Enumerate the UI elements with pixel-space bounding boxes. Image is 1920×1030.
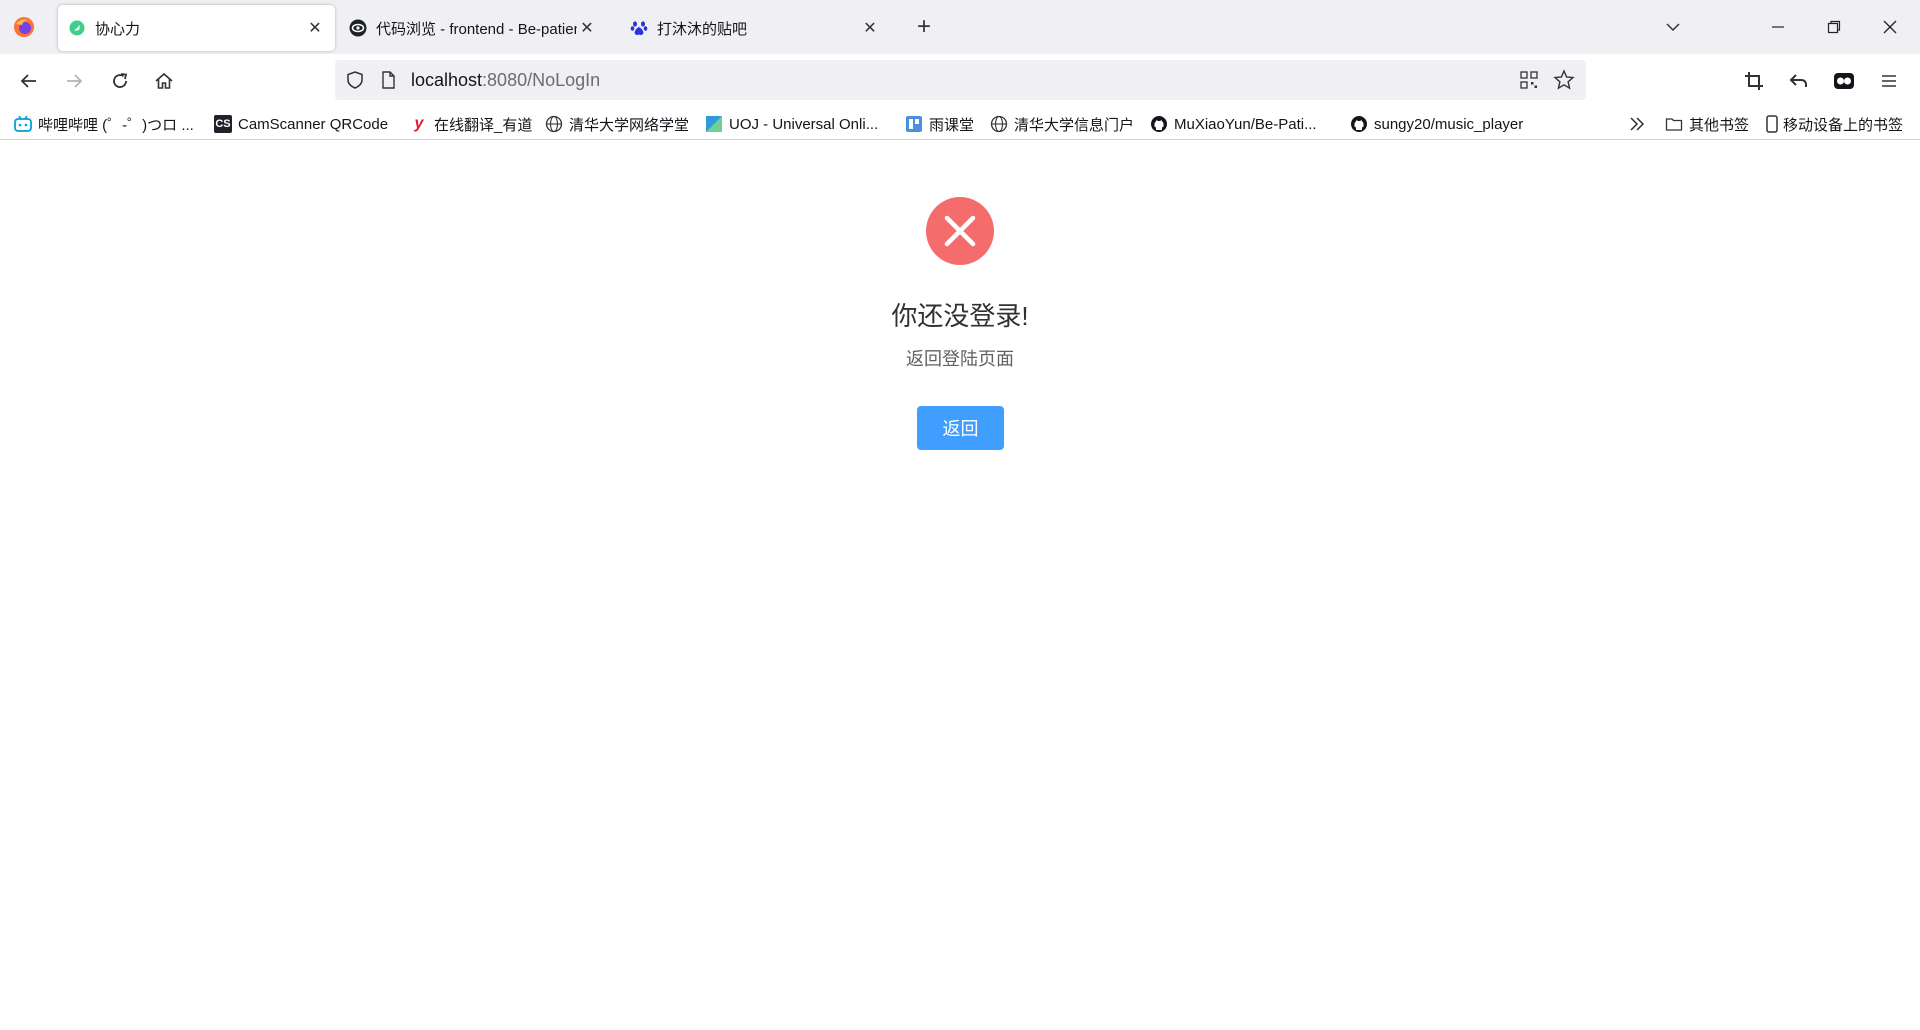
star-icon[interactable] <box>1553 69 1575 91</box>
bookmark-other-folder[interactable]: 其他书签 <box>1665 112 1749 136</box>
uoj-icon <box>705 115 723 133</box>
restore-button[interactable] <box>1806 0 1862 54</box>
home-icon[interactable] <box>148 65 180 97</box>
yuketang-icon <box>905 115 923 133</box>
bookmark-github-bepatient[interactable]: MuXiaoYun/Be-Pati... <box>1150 112 1317 136</box>
close-window-button[interactable] <box>1862 0 1918 54</box>
tab-xiexinli[interactable]: 协心力 ✕ <box>58 5 335 51</box>
url-bar[interactable]: localhost:8080/NoLogIn <box>335 60 1586 100</box>
url-text[interactable]: localhost:8080/NoLogIn <box>411 60 600 100</box>
back-arrow-icon[interactable] <box>13 65 45 97</box>
tab-title: 协心力 <box>95 20 141 38</box>
bookmark-label: 在线翻译_有道 <box>434 116 533 134</box>
error-circle-icon <box>926 197 994 265</box>
tab-strip: 协心力 ✕ 代码浏览 - frontend - Be-patient ✕ 打沐沐… <box>0 0 1920 54</box>
new-tab-button[interactable]: + <box>911 13 937 40</box>
tab-title: 打沐沐的贴吧 <box>657 20 748 38</box>
extension-icon[interactable] <box>1828 65 1860 97</box>
code-review-icon <box>349 19 367 37</box>
bookmark-label: MuXiaoYun/Be-Pati... <box>1174 115 1317 133</box>
screenshot-crop-icon[interactable] <box>1738 65 1770 97</box>
reload-icon[interactable] <box>104 65 136 97</box>
youdao-icon: y <box>414 115 424 132</box>
globe-icon <box>545 115 563 133</box>
close-icon[interactable]: ✕ <box>577 18 597 38</box>
navigation-toolbar: localhost:8080/NoLogIn <box>0 54 1920 108</box>
mobile-device-icon <box>1765 115 1779 133</box>
close-icon[interactable]: ✕ <box>305 18 325 38</box>
bookmark-learn-tsinghua[interactable]: 清华大学网络学堂 <box>545 112 689 136</box>
camscanner-icon: CS <box>214 115 232 133</box>
folder-icon <box>1665 115 1683 133</box>
result-title: 你还没登录! <box>891 301 1029 331</box>
bookmark-label: 雨课堂 <box>929 116 975 134</box>
bookmark-info-tsinghua[interactable]: 清华大学信息门户 <box>990 112 1134 136</box>
globe-icon <box>990 115 1008 133</box>
leaf-icon <box>68 19 86 37</box>
firefox-logo-icon[interactable] <box>12 15 36 39</box>
bookmark-mobile-folder[interactable]: 移动设备上的书签 <box>1765 112 1903 136</box>
page-icon[interactable] <box>378 70 398 90</box>
github-icon <box>1350 115 1368 133</box>
chevron-double-right-icon[interactable] <box>1628 112 1646 136</box>
bookmark-youdao[interactable]: y 在线翻译_有道 <box>410 112 533 136</box>
bookmark-uoj[interactable]: UOJ - Universal Onli... <box>705 112 878 136</box>
shield-icon[interactable] <box>345 70 365 90</box>
undo-arrow-icon[interactable] <box>1783 65 1815 97</box>
bookmark-label: 移动设备上的书签 <box>1783 116 1904 134</box>
tab-tieba[interactable]: 打沐沐的贴吧 ✕ <box>620 5 890 51</box>
bilibili-icon <box>14 115 32 133</box>
bookmark-label: 清华大学信息门户 <box>1014 116 1135 134</box>
tab-code-browse[interactable]: 代码浏览 - frontend - Be-patient ✕ <box>339 5 607 51</box>
chevron-down-icon[interactable] <box>1660 14 1686 40</box>
close-icon[interactable]: ✕ <box>860 18 880 38</box>
back-button[interactable]: 返回 <box>917 406 1004 450</box>
forward-arrow-icon[interactable] <box>58 65 90 97</box>
github-icon <box>1150 115 1168 133</box>
bookmark-bilibili[interactable]: 哔哩哔哩 (゜-゜)つロ ... <box>14 112 194 136</box>
url-host: localhost <box>411 70 483 90</box>
bookmark-label: 清华大学网络学堂 <box>569 116 690 134</box>
bookmark-yuketang[interactable]: 雨课堂 <box>905 112 974 136</box>
bookmark-camscanner[interactable]: CS CamScanner QRCode <box>214 112 388 136</box>
url-path: :8080/NoLogIn <box>482 70 601 90</box>
bookmark-label: 哔哩哔哩 (゜-゜)つロ ... <box>38 116 194 134</box>
menu-icon[interactable] <box>1873 65 1905 97</box>
tab-title: 代码浏览 - frontend - Be-patient <box>376 20 577 38</box>
qr-code-icon[interactable] <box>1519 70 1539 90</box>
bookmark-label: UOJ - Universal Onli... <box>729 115 879 133</box>
bookmark-label: sungy20/music_player <box>1374 115 1524 133</box>
page-content: 你还没登录! 返回登陆页面 返回 <box>0 141 1920 1030</box>
bookmarks-bar: 哔哩哔哩 (゜-゜)つロ ... CS CamScanner QRCode y … <box>0 108 1920 140</box>
bookmark-label: CamScanner QRCode <box>238 115 389 133</box>
bookmark-github-music-player[interactable]: sungy20/music_player <box>1350 112 1523 136</box>
minimize-button[interactable] <box>1750 0 1806 54</box>
baidu-paw-icon <box>630 19 648 37</box>
bookmark-label: 其他书签 <box>1689 116 1750 134</box>
result-subtitle: 返回登陆页面 <box>906 349 1014 369</box>
